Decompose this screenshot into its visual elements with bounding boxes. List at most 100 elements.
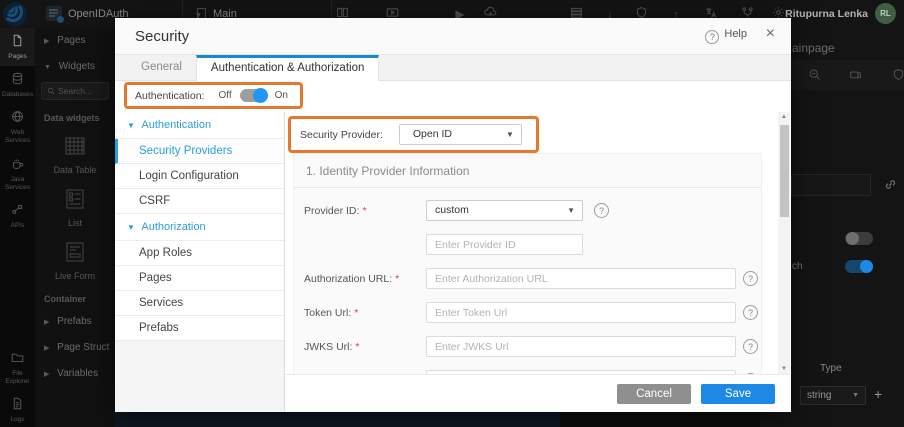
rail-item-logs[interactable]: Logs (0, 391, 35, 427)
help-icon: ? (705, 30, 720, 44)
help-icon[interactable]: ? (743, 339, 758, 354)
nav-item-prefabs[interactable]: Prefabs (115, 316, 284, 341)
nav-group-authorization[interactable]: ▼ Authorization (115, 214, 284, 241)
rail-item-web-services[interactable]: Web Services (0, 104, 35, 150)
shield-outline-icon[interactable] (892, 68, 904, 86)
live-form-icon (66, 242, 84, 262)
authentication-label: Authentication: (135, 89, 205, 102)
widget-tile-data-table[interactable]: Data Table (35, 128, 115, 181)
tree-prefabs[interactable]: ▶ Prefabs (35, 309, 115, 335)
data-table-icon (65, 137, 85, 155)
vertical-scrollbar[interactable]: ▲ ▼ (778, 112, 790, 374)
expanded-arrow-icon: ▼ (127, 223, 135, 232)
user-avatar[interactable]: RL (875, 3, 896, 24)
log-file-icon (13, 397, 22, 410)
project-icon[interactable] (46, 6, 64, 23)
rail-item-pages[interactable]: Pages (0, 28, 35, 67)
nav-item-app-roles[interactable]: App Roles (115, 241, 284, 266)
section-title: 1. Identity Provider Information (294, 154, 761, 188)
tab-authentication-authorization[interactable]: Authentication & Authorization (195, 55, 380, 81)
chevron-down-icon: ▼ (852, 392, 859, 399)
globe-icon (12, 111, 23, 123)
folder-icon (11, 353, 24, 362)
property-input[interactable] (791, 174, 871, 196)
security-dialog: Security ? Help × General Authentication … (115, 18, 791, 412)
expanded-arrow-icon: ▼ (127, 121, 135, 130)
security-provider-label: Security Provider: (300, 128, 383, 141)
form-row-authorization-url: Authorization URL:* ? (304, 268, 761, 289)
widgets-panel: ▶ Pages ▼ Widgets Search... Data widgets… (35, 28, 115, 427)
security-provider-highlight-box: Security Provider: Open ID ▼ (288, 116, 539, 153)
form-row-jwks-url: JWKS Url:* ? (304, 336, 761, 357)
widget-tile-live-form[interactable]: Live Form (35, 234, 115, 287)
authentication-toggle[interactable] (239, 88, 268, 103)
left-icon-rail: Pages Databases Web Services Java Servic… (0, 28, 35, 427)
user-name[interactable]: Ritupurna Lenka (785, 8, 868, 20)
data-widgets-header: Data widgets (44, 113, 100, 123)
wavemaker-logo-icon[interactable] (3, 2, 27, 26)
security-content: Security Provider: Open ID ▼ 1. Identity… (285, 112, 790, 412)
dialog-title: Security (135, 28, 190, 45)
tree-pages[interactable]: ▶ Pages (35, 28, 115, 54)
container-header: Container (44, 294, 87, 304)
widget-search-input[interactable]: Search... (41, 82, 109, 100)
add-field-button[interactable]: + (874, 386, 882, 402)
canvas-bottom-strip (115, 411, 560, 427)
form-row-provider-id-value (304, 234, 761, 255)
app-window: OpenIDAuth ▾ Main ▶ ↓ ↑ Ritupurna Lenka … (0, 0, 904, 427)
collapsed-arrow-icon: ▶ (44, 371, 50, 378)
help-icon[interactable]: ? (743, 305, 758, 320)
form-row-provider-id: Provider ID: * custom ▼ ? (304, 200, 761, 221)
rail-item-apis[interactable]: APIs (0, 197, 35, 235)
security-provider-select[interactable]: Open ID ▼ (398, 124, 522, 145)
chevron-down-icon: ▼ (505, 130, 514, 139)
nav-item-pages[interactable]: Pages (115, 266, 284, 291)
save-button[interactable]: Save (701, 383, 775, 404)
provider-id-input[interactable] (426, 234, 583, 255)
rail-item-databases[interactable]: Databases (0, 66, 35, 104)
expanded-arrow-icon: ▼ (44, 64, 51, 71)
rail-item-java-services[interactable]: Java Services (0, 151, 35, 197)
help-icon[interactable]: ? (743, 271, 758, 286)
rail-item-file-explorer[interactable]: File Explorer (0, 345, 35, 391)
zoom-out-icon[interactable] (808, 68, 821, 86)
jwks-url-input[interactable] (426, 336, 736, 357)
security-nav: ▼ Authentication Security Providers Logi… (115, 112, 285, 412)
list-icon (66, 189, 84, 209)
tree-widgets[interactable]: ▼ Widgets (35, 54, 115, 80)
bind-link-icon[interactable] (884, 178, 897, 196)
authorization-url-input[interactable] (426, 268, 736, 289)
type-select[interactable]: string ▼ (800, 386, 866, 405)
nav-group-authentication[interactable]: ▼ Authentication (115, 112, 284, 139)
page-title-fragment: ainpage (792, 41, 835, 55)
scrollbar-thumb[interactable] (779, 125, 789, 217)
chevron-down-icon: ▼ (567, 206, 575, 215)
authentication-highlight-box: Authentication: Off On (124, 82, 303, 109)
scroll-up-icon[interactable]: ▲ (778, 114, 790, 120)
collapsed-arrow-icon: ▶ (44, 345, 50, 352)
nav-item-security-providers[interactable]: Security Providers (115, 139, 284, 164)
cancel-button[interactable]: Cancel (617, 383, 691, 404)
dialog-tabbar: General Authentication & Authorization (115, 55, 791, 81)
widget-tile-list[interactable]: List (35, 181, 115, 234)
toggle-off-label: Off (218, 90, 232, 101)
tree-page-structure[interactable]: ▶ Page Struct (35, 335, 115, 361)
scroll-down-icon[interactable]: ▼ (778, 366, 790, 372)
token-url-input[interactable] (426, 302, 736, 323)
property-toggle-on[interactable] (845, 260, 873, 273)
tree-variables[interactable]: ▶ Variables (35, 361, 115, 387)
help-icon[interactable]: ? (594, 203, 609, 218)
dialog-header: Security ? Help × (115, 18, 791, 55)
help-button[interactable]: ? Help (705, 28, 747, 44)
nav-item-services[interactable]: Services (115, 291, 284, 316)
tab-general[interactable]: General (127, 55, 196, 80)
close-icon[interactable]: × (766, 25, 775, 43)
identity-provider-section: 1. Identity Provider Information Provide… (293, 153, 762, 374)
nav-item-csrf[interactable]: CSRF (115, 189, 284, 214)
toggle-on-label: On (274, 90, 288, 101)
device-preview-icon[interactable] (849, 68, 862, 86)
property-toggle-off[interactable] (845, 232, 873, 245)
nav-item-login-configuration[interactable]: Login Configuration (115, 164, 284, 189)
api-nodes-icon (12, 204, 23, 214)
provider-id-select[interactable]: custom ▼ (426, 200, 583, 221)
